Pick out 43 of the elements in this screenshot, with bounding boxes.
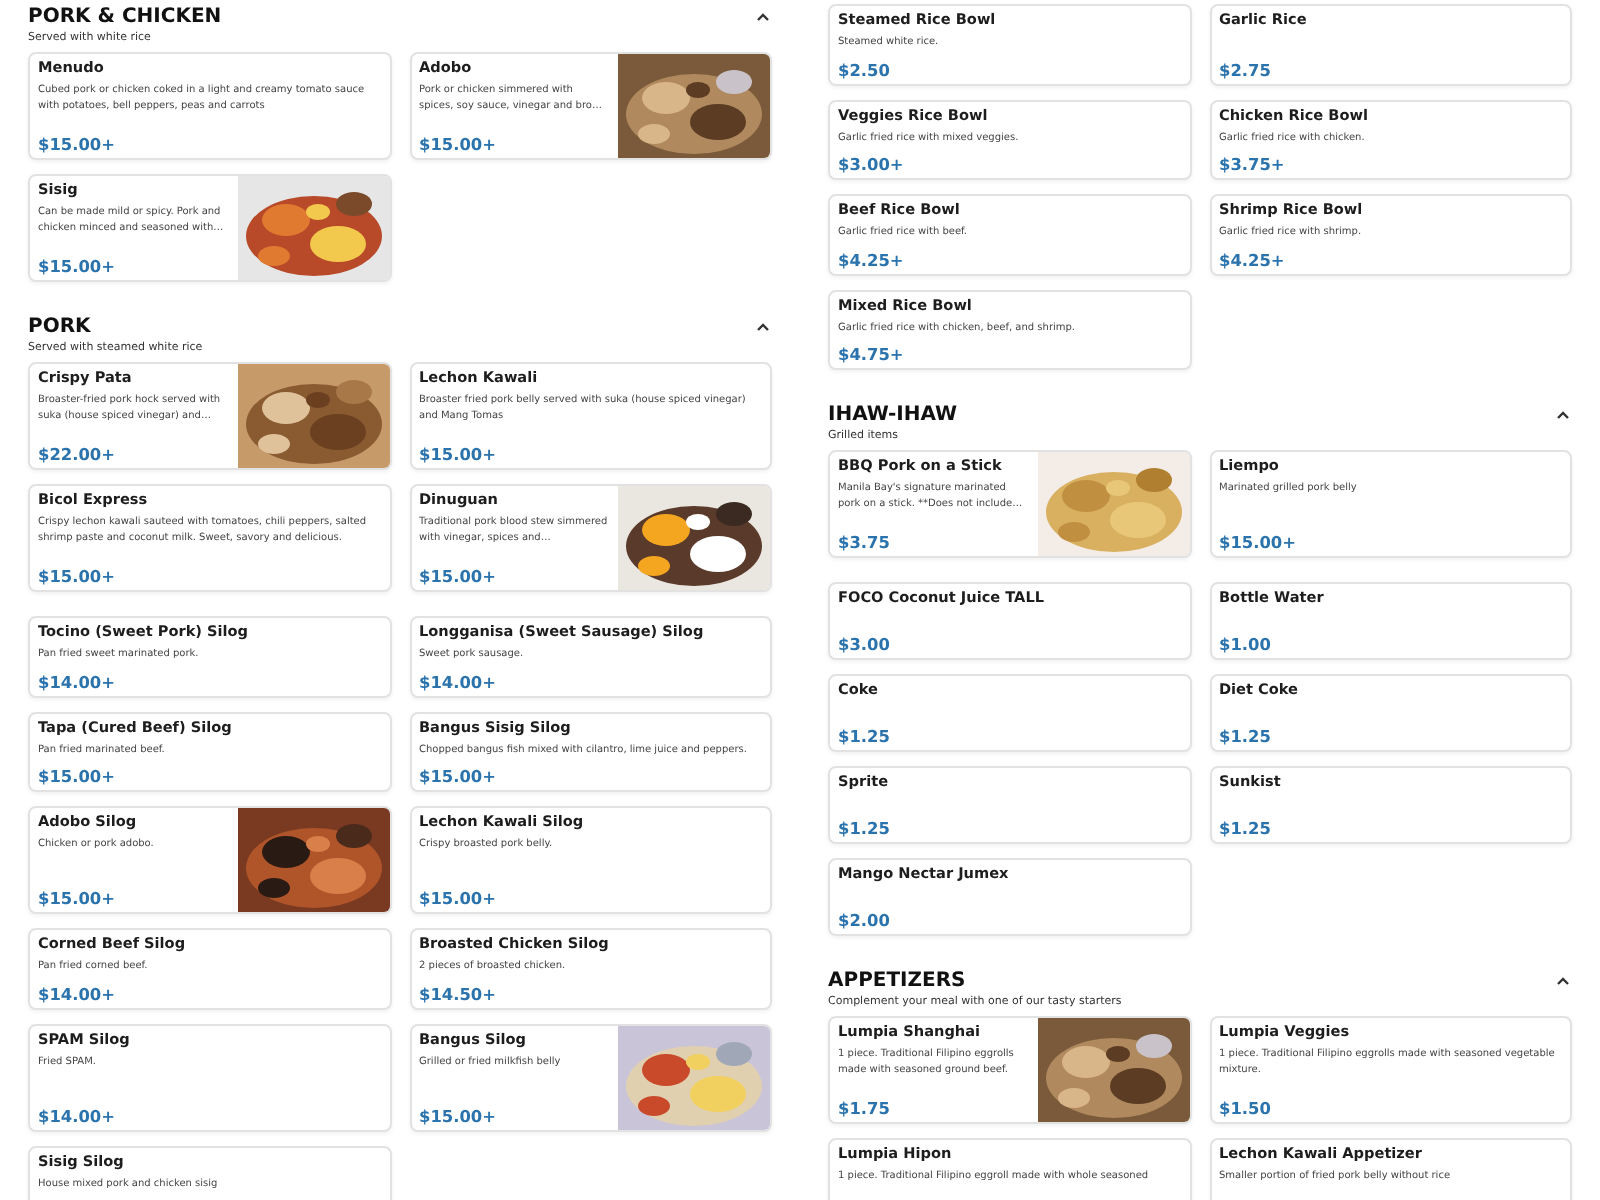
- item-price: $15.00+: [1219, 530, 1298, 552]
- item-price: $15.00+: [419, 442, 498, 464]
- item-price: $15.00+: [419, 132, 498, 154]
- item-price: $14.00+: [419, 669, 498, 691]
- item-price: $14.00+: [38, 1103, 117, 1125]
- item-price: $1.25: [838, 816, 892, 838]
- item-price: $15.00+: [38, 132, 117, 154]
- item-price: $14.00+: [38, 669, 117, 691]
- chevron-up-icon: [1555, 410, 1569, 420]
- item-price: $2.00: [838, 908, 892, 930]
- item-price: $15.00+: [38, 764, 117, 786]
- item-price: $1.75: [838, 1096, 892, 1118]
- item-price: $22.00+: [38, 442, 117, 464]
- item-price: $15.00+: [419, 886, 498, 908]
- section-title: APPETIZERS: [828, 968, 966, 994]
- item-price: $3.75: [838, 530, 892, 552]
- item-price: $15.00+: [38, 254, 117, 276]
- section-title: PORK: [28, 314, 91, 340]
- item-price: $3.00+: [838, 152, 906, 174]
- chevron-up-icon: [1555, 976, 1569, 986]
- section-title: PORK & CHICKEN: [28, 4, 222, 30]
- item-price: $2.75: [1219, 57, 1273, 79]
- item-price: $3.75+: [1219, 152, 1287, 174]
- item-price: $15.00+: [38, 886, 117, 908]
- item-price: $2.50: [838, 57, 892, 79]
- item-price: $14.50+: [419, 981, 498, 1003]
- item-price: $4.25+: [1219, 247, 1287, 269]
- item-price: $1.25: [838, 724, 892, 746]
- item-price: $4.25+: [838, 247, 906, 269]
- chevron-up-icon: [755, 12, 769, 22]
- item-price: $3.00: [838, 632, 892, 654]
- item-price: $14.00+: [38, 981, 117, 1003]
- item-price: $15.00+: [419, 764, 498, 786]
- chevron-up-icon: [755, 322, 769, 332]
- item-price: $15.00+: [419, 564, 498, 586]
- item-price: $1.50: [1219, 1096, 1273, 1118]
- section-title: IHAW-IHAW: [828, 402, 958, 428]
- item-price: $15.00+: [38, 564, 117, 586]
- item-price: $15.00+: [419, 1103, 498, 1125]
- item-price: $4.75+: [838, 342, 906, 364]
- item-price: $1.00: [1219, 632, 1273, 654]
- item-price: $1.25: [1219, 724, 1273, 746]
- item-price: $1.25: [1219, 816, 1273, 838]
